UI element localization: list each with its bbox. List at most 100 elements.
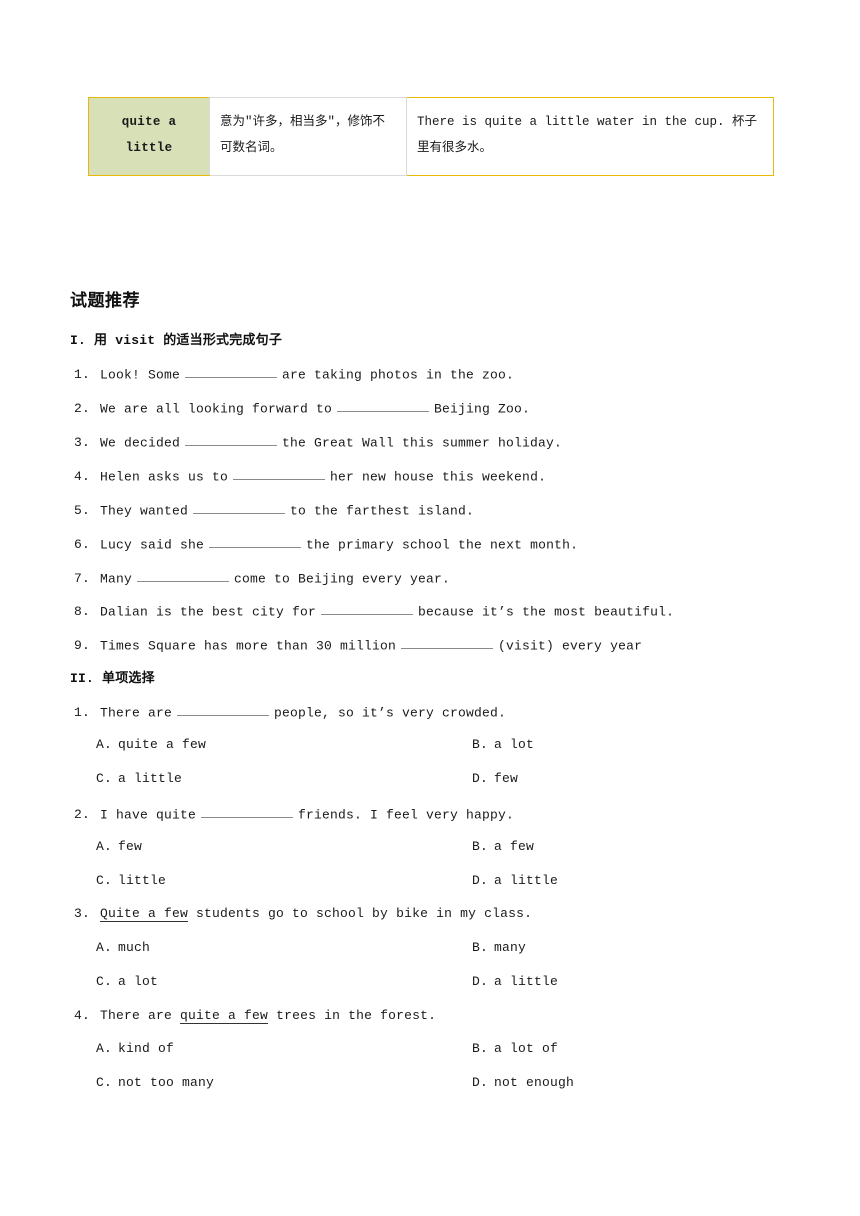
spacer-2 — [268, 1008, 276, 1023]
question-text-before: Helen asks us to — [100, 469, 229, 485]
option-label: a lot — [494, 737, 535, 752]
question-number: 4. — [74, 1008, 91, 1023]
fill-blank-question-5: 5. They wanted to the farthest island. — [74, 501, 474, 519]
option-key: B. — [472, 940, 489, 955]
option-label: a little — [494, 873, 559, 888]
option-2-c[interactable]: C. little — [96, 873, 166, 889]
question-text-before: Lucy said she — [100, 537, 205, 553]
option-label: a lot — [118, 974, 159, 989]
option-label: kind of — [118, 1041, 175, 1056]
answer-blank[interactable] — [209, 535, 302, 549]
option-key: D. — [472, 1075, 489, 1090]
option-key: C. — [96, 1075, 113, 1090]
option-key: A. — [96, 940, 113, 955]
grammar-term-line-1: quite a — [121, 115, 177, 129]
part-1-heading: I. 用 visit 的适当形式完成句子 — [70, 333, 283, 348]
question-text-after: because it’s the most beautiful. — [418, 604, 675, 620]
question-text-before: Many — [100, 571, 133, 587]
option-4-b[interactable]: B. a lot of — [472, 1041, 558, 1057]
option-key: C. — [96, 974, 113, 989]
answer-blank[interactable] — [137, 569, 230, 583]
option-key: C. — [96, 873, 113, 888]
question-text-before: Dalian is the best city for — [100, 604, 317, 620]
page-title: 试题推荐 — [70, 291, 140, 311]
answer-blank[interactable] — [185, 365, 278, 379]
question-number: 3. — [74, 906, 91, 921]
question-number: 7. — [74, 571, 91, 587]
question-text-after: Beijing Zoo. — [434, 401, 531, 417]
option-3-a[interactable]: A. much — [96, 940, 150, 956]
option-key: D. — [472, 974, 489, 989]
answer-blank[interactable] — [201, 805, 294, 819]
answer-blank[interactable] — [321, 602, 414, 616]
question-text-before: We are all looking forward to — [100, 401, 333, 417]
option-4-d[interactable]: D. not enough — [472, 1075, 574, 1091]
option-3-c[interactable]: C. a lot — [96, 974, 158, 990]
option-label: few — [118, 839, 143, 854]
grammar-table: quite a little 意为"许多，相当多"，修饰不可数名词。 There… — [88, 96, 774, 177]
answer-blank[interactable] — [177, 703, 270, 717]
fill-blank-question-8: 8. Dalian is the best city for because it’… — [74, 602, 674, 620]
question-text-after — [188, 906, 196, 921]
fill-blank-question-4: 4. Helen asks us to her new house this wee… — [74, 467, 546, 485]
answer-blank[interactable] — [401, 636, 494, 650]
option-key: A. — [96, 839, 113, 854]
answer-blank[interactable] — [193, 501, 286, 515]
option-label: much — [118, 940, 151, 955]
option-1-a[interactable]: A. quite a few — [96, 737, 206, 753]
option-key: A. — [96, 1041, 113, 1056]
document-page: quite a little 意为"许多，相当多"，修饰不可数名词。 There… — [0, 0, 860, 1216]
option-4-c[interactable]: C. not too many — [96, 1075, 214, 1091]
option-1-c[interactable]: C. a little — [96, 771, 182, 787]
question-text-after: her new house this weekend. — [330, 469, 547, 485]
answer-blank[interactable] — [337, 399, 430, 413]
fill-blank-question-2: 2. We are all looking forward to Beijing Z… — [74, 399, 530, 417]
fill-blank-question-7: 7. Many come to Beijing every year. — [74, 569, 450, 587]
question-number: 6. — [74, 537, 91, 553]
option-key: D. — [472, 771, 489, 786]
grammar-term-line-2: little — [125, 140, 173, 155]
part-2-heading: II. 单项选择 — [70, 671, 155, 686]
option-key: B. — [472, 839, 489, 854]
option-1-d[interactable]: D. few — [472, 771, 518, 787]
option-key: C. — [96, 771, 113, 786]
fill-blank-question-3: 3. We decided the Great Wall this summer h… — [74, 433, 562, 451]
choice-question-4: 4. There are quite a few trees in the for… — [74, 1008, 436, 1024]
option-4-a[interactable]: A. kind of — [96, 1041, 174, 1057]
question-text-before: We decided — [100, 435, 181, 451]
choice-question-3: 3. Quite a few students go to school by b… — [74, 906, 532, 922]
fill-blank-question-9: 9. Times Square has more than 30 million (… — [74, 636, 642, 654]
choice-question-2: 2. I have quite friends. I feel very happy… — [74, 805, 514, 823]
answer-blank[interactable] — [233, 467, 326, 481]
question-text-after: come to Beijing every year. — [234, 571, 451, 587]
table-row: quite a little 意为"许多，相当多"，修饰不可数名词。 There… — [88, 96, 774, 177]
question-number: 2. — [74, 807, 91, 823]
answer-blank[interactable] — [185, 433, 278, 447]
question-text-before: Look! Some — [100, 367, 181, 383]
option-key: A. — [96, 737, 113, 752]
question-text-after: the primary school the next month. — [306, 537, 579, 553]
question-text-before: There are — [100, 705, 173, 721]
question-text-after-2: students go to school by bike in my clas… — [196, 906, 533, 921]
option-2-b[interactable]: B. a few — [472, 839, 534, 855]
option-label: a few — [494, 839, 535, 854]
question-number: 3. — [74, 435, 91, 451]
option-3-b[interactable]: B. many — [472, 940, 526, 956]
question-text-after: the Great Wall this summer holiday. — [282, 435, 563, 451]
question-text-before: Times Square has more than 30 million — [100, 638, 397, 654]
option-label: a little — [118, 771, 183, 786]
option-key: B. — [472, 1041, 489, 1056]
question-underlined-phrase: Quite a few — [100, 906, 189, 922]
choice-question-1: 1. There are people, so it’s very crowded. — [74, 703, 506, 721]
question-text-after: trees in the forest. — [276, 1008, 437, 1023]
question-number: 9. — [74, 638, 91, 654]
option-2-a[interactable]: A. few — [96, 839, 142, 855]
question-number: 4. — [74, 469, 91, 485]
option-3-d[interactable]: D. a little — [472, 974, 558, 990]
option-1-b[interactable]: B. a lot — [472, 737, 534, 753]
question-underlined-phrase: quite a few — [180, 1008, 269, 1024]
question-text-after: to the farthest island. — [290, 503, 475, 519]
question-text-after: friends. I feel very happy. — [298, 807, 515, 823]
question-text-after: are taking photos in the zoo. — [282, 367, 515, 383]
option-2-d[interactable]: D. a little — [472, 873, 558, 889]
